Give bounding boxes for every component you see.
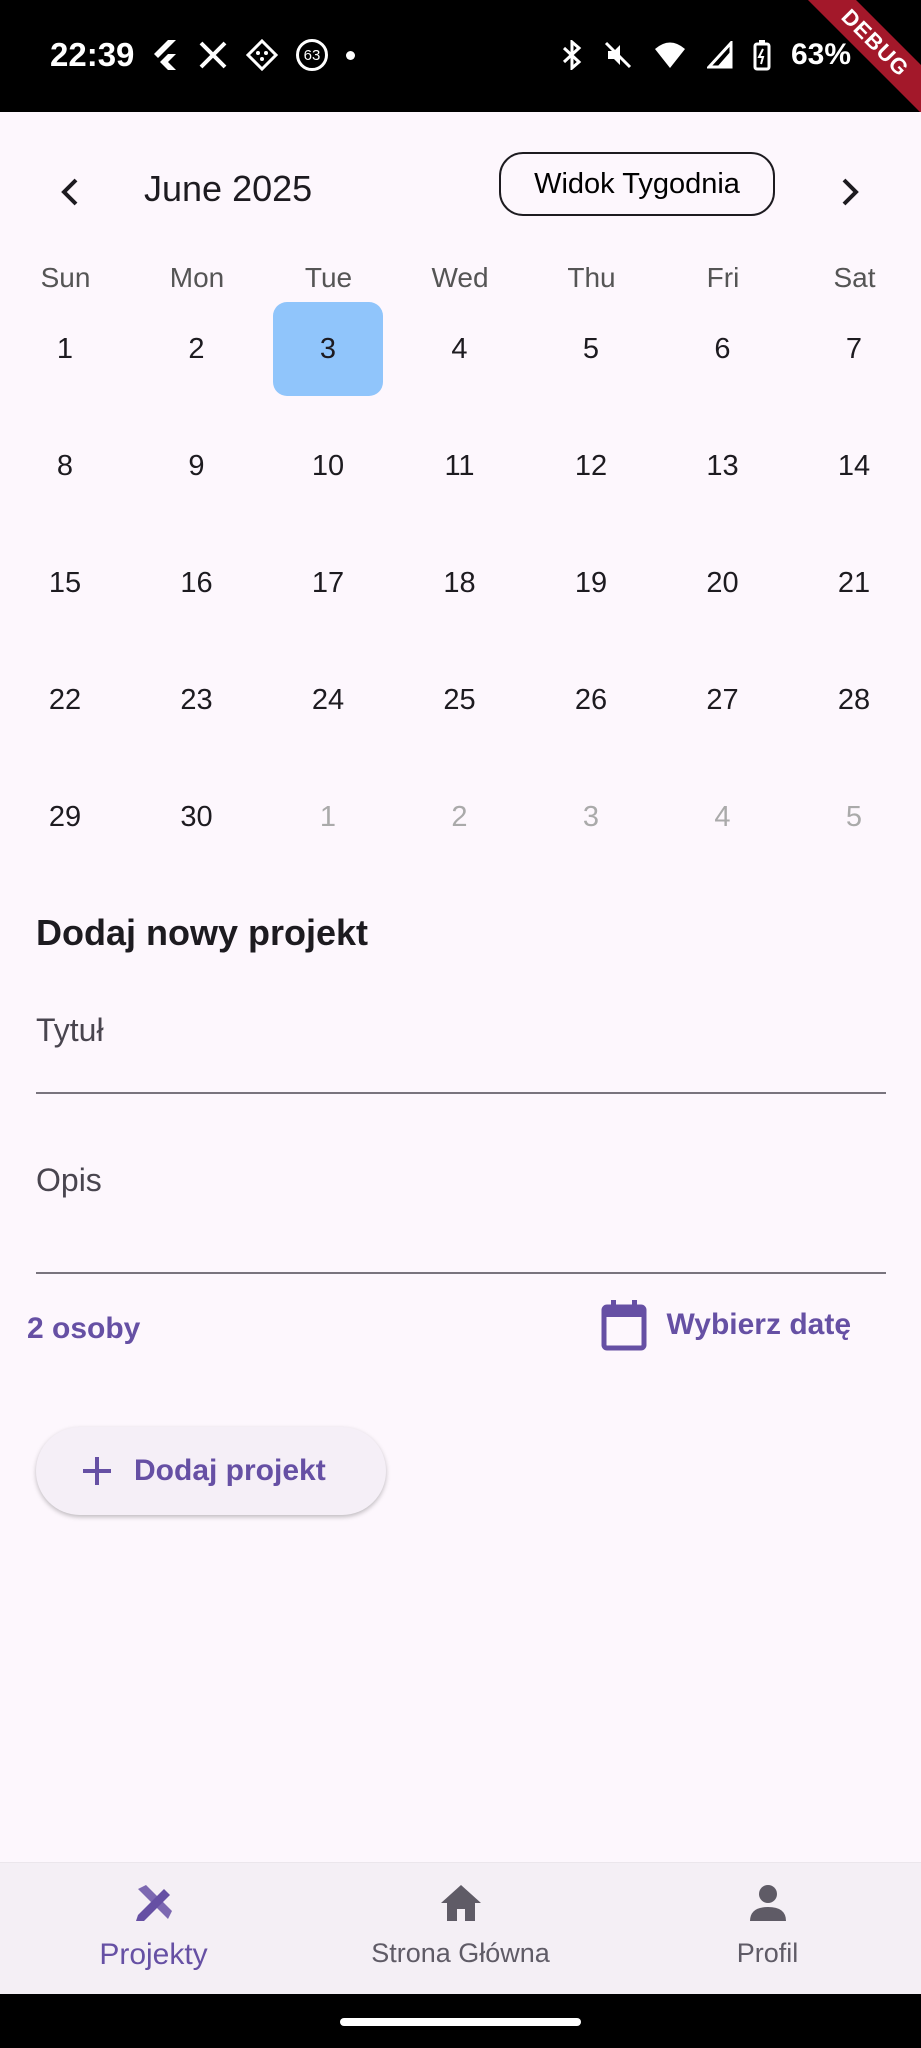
calendar-day[interactable]: 1 — [273, 770, 383, 864]
calendar-day[interactable]: 2 — [142, 302, 252, 396]
add-project-label: Dodaj projekt — [134, 1454, 326, 1487]
chevron-right-icon — [842, 178, 859, 206]
flutter-icon — [154, 40, 176, 70]
chevron-left-icon — [61, 178, 78, 206]
people-count-button[interactable]: 2 osoby — [27, 1312, 140, 1346]
calendar-day[interactable]: 5 — [536, 302, 646, 396]
calendar-day[interactable]: 1 — [10, 302, 120, 396]
gesture-navigation-area — [0, 1994, 921, 2048]
calendar-day[interactable]: 24 — [273, 653, 383, 747]
calendar-day[interactable]: 26 — [536, 653, 646, 747]
battery-percent: 63% — [790, 38, 851, 71]
calendar-day[interactable]: 22 — [10, 653, 120, 747]
calendar-icon — [601, 1300, 646, 1351]
calendar-day[interactable]: 11 — [405, 419, 515, 513]
title-field-label: Tytuł — [36, 1012, 104, 1048]
status-right-icons: 63% — [561, 38, 851, 72]
week-view-button[interactable]: Widok Tygodnia — [499, 152, 775, 216]
weekday-label: Mon — [169, 262, 225, 293]
nav-label-projekty: Projekty — [99, 1938, 208, 1971]
calendar-day[interactable]: 14 — [799, 419, 909, 513]
battery-icon — [753, 40, 771, 71]
weekday-label: Tue — [304, 262, 353, 293]
weekday-header-row: Sun Mon Tue Wed Thu Fri Sat — [0, 262, 921, 302]
weekday-label: Fri — [706, 262, 740, 293]
calendar-day[interactable]: 8 — [10, 419, 120, 513]
weekday-label: Sun — [40, 262, 91, 293]
calendar-day[interactable]: 29 — [10, 770, 120, 864]
nav-item-strona-glowna[interactable]: Strona Główna — [307, 1881, 614, 1991]
calendar-day[interactable]: 17 — [273, 536, 383, 630]
projects-icon — [135, 1885, 172, 1921]
add-project-button[interactable]: Dodaj projekt — [36, 1427, 386, 1515]
previous-month-button[interactable] — [40, 162, 100, 222]
calendar-day[interactable]: 3 — [536, 770, 646, 864]
calendar-day[interactable]: 16 — [142, 536, 252, 630]
notification-count: 63 — [303, 46, 321, 64]
nav-item-profil[interactable]: Profil — [614, 1881, 921, 1991]
status-bar: 22:39 63 63% DEBUG — [0, 0, 921, 112]
description-field[interactable]: Opis — [36, 1162, 886, 1274]
x-icon — [199, 41, 227, 69]
calendar-day[interactable]: 13 — [668, 419, 778, 513]
calendar-day[interactable]: 20 — [668, 536, 778, 630]
calendar-day[interactable]: 5 — [799, 770, 909, 864]
form-title: Dodaj nowy projekt — [36, 912, 369, 953]
calendar-day[interactable]: 12 — [536, 419, 646, 513]
calendar-day[interactable]: 18 — [405, 536, 515, 630]
calendar-day[interactable]: 4 — [405, 302, 515, 396]
calendar-header: June 2025 Widok Tygodnia — [0, 152, 921, 232]
nav-label-profil: Profil — [736, 1938, 799, 1968]
calendar-day[interactable]: 19 — [536, 536, 646, 630]
next-month-button[interactable] — [820, 162, 880, 222]
nav-label-strona-glowna: Strona Główna — [371, 1938, 550, 1968]
calendar-day[interactable]: 6 — [668, 302, 778, 396]
mute-icon — [604, 41, 632, 69]
calendar-day[interactable]: 21 — [799, 536, 909, 630]
app-content: June 2025 Widok Tygodnia Sun Mon Tue Wed Thu… — [0, 112, 921, 1862]
pick-date-button[interactable]: Wybierz datę — [601, 1295, 852, 1355]
wifi-icon — [654, 42, 685, 68]
weekday-label: Wed — [431, 262, 489, 293]
status-time: 22:39 — [50, 36, 135, 73]
calendar-day[interactable]: 7 — [799, 302, 909, 396]
weekday-label: Thu — [567, 262, 616, 293]
status-left-icons: 63 — [150, 38, 355, 72]
app-grid-icon — [246, 39, 278, 71]
nav-item-projekty[interactable]: Projekty — [0, 1881, 307, 1991]
person-icon — [749, 1885, 786, 1921]
month-title: June 2025 — [144, 168, 313, 209]
home-icon — [440, 1885, 481, 1921]
calendar-day[interactable]: 30 — [142, 770, 252, 864]
calendar-day[interactable]: 28 — [799, 653, 909, 747]
pick-date-label: Wybierz datę — [666, 1308, 852, 1341]
description-field-label: Opis — [36, 1162, 102, 1198]
calendar-day[interactable]: 23 — [142, 653, 252, 747]
plus-icon — [83, 1457, 111, 1485]
bottom-navigation: Projekty Strona Główna Profil — [0, 1862, 921, 1995]
bluetooth-icon — [562, 40, 582, 70]
gesture-handle[interactable] — [340, 2018, 581, 2026]
calendar-day[interactable]: 4 — [668, 770, 778, 864]
calendar-day-selected[interactable]: 3 — [273, 302, 383, 396]
dot-icon — [346, 50, 355, 60]
calendar-day[interactable]: 25 — [405, 653, 515, 747]
new-project-form: Dodaj nowy projekt Tytuł Opis — [36, 912, 886, 1274]
weekday-label: Sat — [833, 262, 876, 293]
calendar-day[interactable]: 9 — [142, 419, 252, 513]
notification-count-icon: 63 — [296, 39, 328, 71]
calendar-day[interactable]: 15 — [10, 536, 120, 630]
calendar-day[interactable]: 10 — [273, 419, 383, 513]
signal-icon — [706, 41, 733, 69]
calendar-day[interactable]: 2 — [405, 770, 515, 864]
title-field[interactable]: Tytuł — [36, 1012, 886, 1094]
calendar-day[interactable]: 27 — [668, 653, 778, 747]
